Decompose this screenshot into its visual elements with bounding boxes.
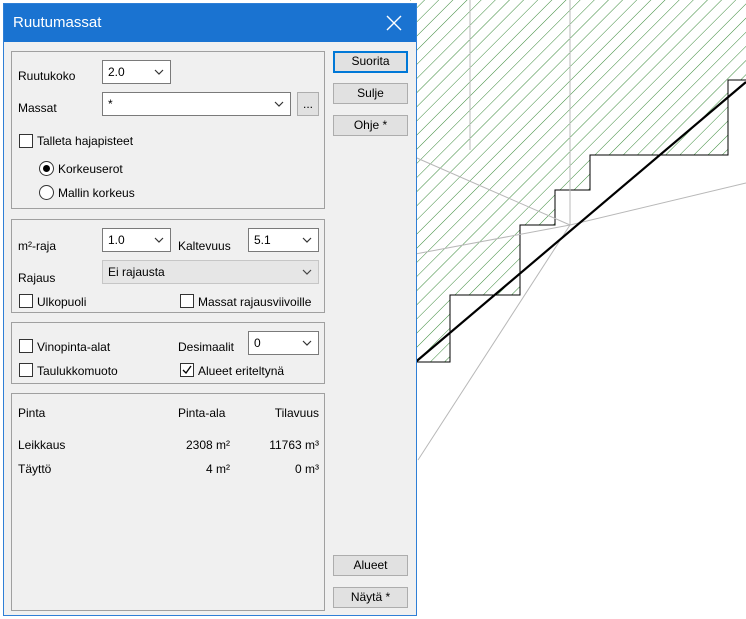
alueet-eriteltyna-label[interactable]: Alueet eriteltynä (198, 364, 284, 378)
ruutukoko-value: 2.0 (108, 65, 125, 79)
sulje-button[interactable]: Sulje (333, 83, 408, 104)
chevron-down-icon (154, 69, 164, 75)
kaltevuus-value: 5.1 (254, 233, 271, 247)
row-tilavuus: 0 m³ (295, 462, 319, 476)
title-bar[interactable]: Ruutumassat (4, 4, 416, 42)
massat-rajaus-checkbox[interactable] (180, 294, 194, 308)
massat-label: Massat (18, 101, 57, 115)
ohje-button[interactable]: Ohje * (333, 115, 408, 136)
close-button[interactable] (372, 4, 416, 42)
row-pinta: Täyttö (18, 462, 52, 476)
massat-select[interactable]: * (102, 92, 291, 116)
rajaus-select[interactable]: Ei rajausta (102, 260, 319, 284)
kaltevuus-label: Kaltevuus (178, 239, 231, 253)
talleta-label[interactable]: Talleta hajapisteet (37, 134, 133, 148)
checkmark-icon (182, 365, 192, 375)
close-icon (386, 15, 402, 31)
chevron-down-icon (274, 101, 284, 107)
grid-line (569, 182, 746, 226)
vinopinta-label[interactable]: Vinopinta-alat (37, 340, 110, 354)
alueet-eriteltyna-checkbox[interactable] (180, 363, 194, 377)
chevron-down-icon (302, 269, 312, 275)
massat-rajaus-label[interactable]: Massat rajausviivoille (198, 295, 311, 309)
suorita-button[interactable]: Suorita (333, 51, 408, 73)
taulukko-label[interactable]: Taulukkomuoto (37, 364, 118, 378)
ruutumassat-dialog: Ruutumassat Ruutukoko 2.0 Massat * ... T… (3, 3, 417, 616)
row-pinta-ala: 4 m² (206, 462, 230, 476)
ruutukoko-select[interactable]: 2.0 (102, 60, 171, 84)
m2-raja-value: 1.0 (108, 233, 125, 247)
desimaalit-value: 0 (254, 336, 261, 350)
header-pinta-ala: Pinta-ala (178, 406, 226, 420)
alueet-button[interactable]: Alueet (333, 555, 408, 576)
settings-group: Ruutukoko 2.0 Massat * ... Talleta hajap… (11, 51, 325, 209)
vinopinta-checkbox[interactable] (19, 339, 33, 353)
mallin-korkeus-label[interactable]: Mallin korkeus (58, 186, 135, 200)
desimaalit-label: Desimaalit (178, 340, 235, 354)
header-tilavuus: Tilavuus (274, 406, 319, 420)
massat-value: * (108, 97, 113, 111)
hatched-cut-area (410, 0, 746, 362)
output-group: Vinopinta-alat Desimaalit 0 Taulukkomuot… (11, 322, 325, 384)
row-pinta-ala: 2308 m² (185, 438, 230, 452)
m2-raja-select[interactable]: 1.0 (102, 228, 171, 252)
rajaus-label: Rajaus (18, 271, 56, 285)
dialog-title: Ruutumassat (13, 14, 102, 31)
results-group: Pinta Pinta-ala Tilavuus Leikkaus 2308 m… (11, 393, 325, 611)
m2-raja-label: m²-raja (18, 239, 56, 253)
nayta-button[interactable]: Näytä * (333, 587, 408, 608)
massat-browse-button[interactable]: ... (297, 92, 319, 116)
desimaalit-select[interactable]: 0 (248, 331, 319, 355)
mallin-korkeus-radio[interactable] (39, 185, 54, 200)
rajaus-value: Ei rajausta (108, 265, 165, 279)
taulukko-checkbox[interactable] (19, 363, 33, 377)
row-pinta: Leikkaus (18, 438, 66, 452)
ulkopuoli-label[interactable]: Ulkopuoli (37, 295, 86, 309)
header-pinta: Pinta (18, 406, 46, 420)
chevron-down-icon (302, 340, 312, 346)
limits-group: m²-raja 1.0 Kaltevuus 5.1 Rajaus Ei raja… (11, 219, 325, 313)
chevron-down-icon (154, 237, 164, 243)
korkeuserot-label[interactable]: Korkeuserot (58, 162, 123, 176)
korkeuserot-radio[interactable] (39, 161, 54, 176)
chevron-down-icon (302, 237, 312, 243)
row-tilavuus: 11763 m³ (269, 438, 319, 452)
ruutukoko-label: Ruutukoko (18, 69, 76, 83)
talleta-checkbox[interactable] (19, 134, 33, 148)
kaltevuus-select[interactable]: 5.1 (248, 228, 319, 252)
ulkopuoli-checkbox[interactable] (19, 294, 33, 308)
